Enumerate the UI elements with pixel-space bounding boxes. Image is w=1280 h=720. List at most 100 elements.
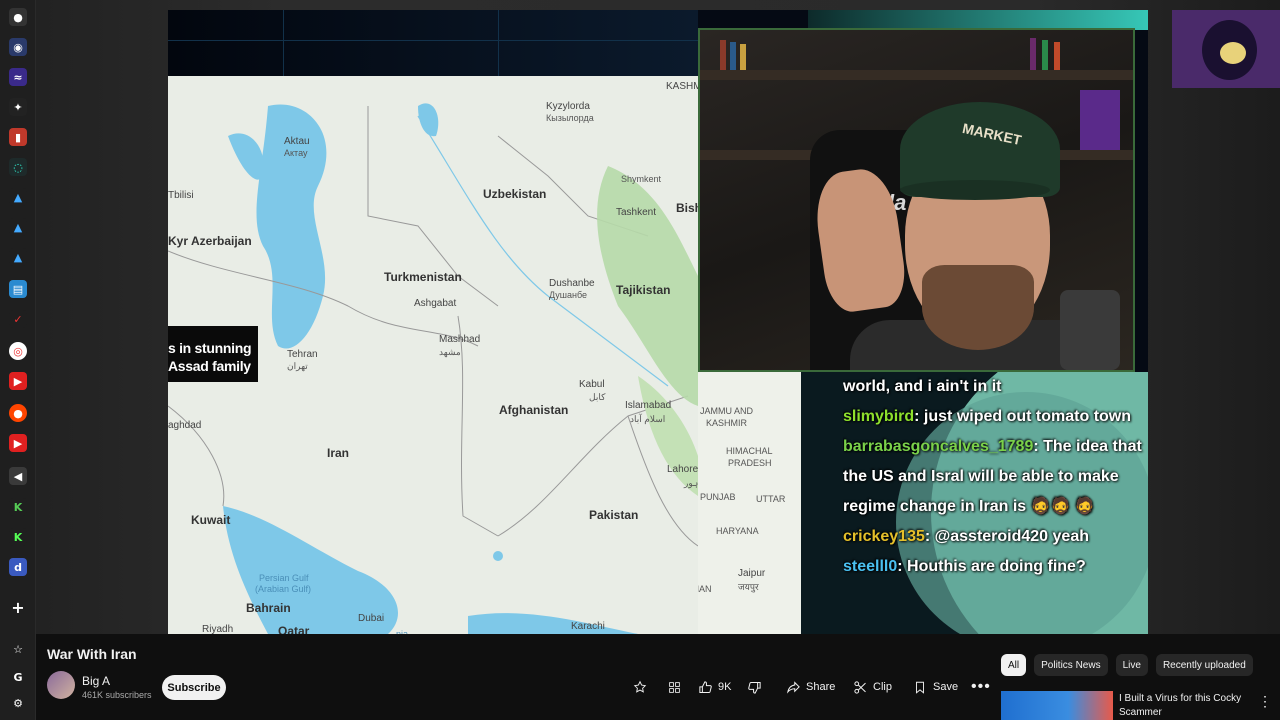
map-label-lahore: Lahore [667, 464, 698, 475]
clip-button[interactable]: Clip [852, 675, 892, 699]
like-button[interactable]: 9K [697, 675, 731, 699]
map-label-dushanbe: Dushanbe [549, 278, 595, 289]
cap-brim [900, 180, 1050, 200]
map-label-jaipur: Jaipur [738, 568, 766, 579]
chip-recently-uploaded[interactable]: Recently uploaded [1155, 654, 1253, 676]
tab-icon-10[interactable]: ▤ [9, 280, 27, 298]
map-label-kashmir: KASHMIR [706, 418, 748, 428]
chat-message: barrabasgoncalves_1789: The idea that th… [843, 438, 1142, 515]
channel-name[interactable]: Big A [82, 674, 110, 688]
dislike-button[interactable] [746, 675, 762, 699]
tab-icon-13[interactable]: d [9, 558, 27, 576]
star-outline-icon [632, 679, 648, 695]
map-label-jaipur-hi: जयपुर [738, 582, 759, 592]
map-label-turkmenistan: Turkmenistan [384, 270, 462, 284]
map-label-kabul-fa: کابل [589, 392, 606, 402]
video-player[interactable]: Kyzylorda Кызылорда Aktau Актау Uzbekist… [168, 10, 1148, 634]
map-label-tehran-fa: تهران [287, 361, 308, 371]
map-label-dubai: Dubai [358, 613, 385, 624]
tab-icon-5[interactable]: ▮ [9, 128, 27, 146]
map-label-kyzylorda: Kyzylorda [546, 101, 590, 112]
settings-gear-icon[interactable]: ⚙ [9, 694, 27, 712]
tab-icon-chrome[interactable]: ◎ [9, 342, 27, 360]
map-label-iran: Iran [327, 446, 350, 460]
chat-message: crickey135: @assteroid420 yeah [843, 528, 1089, 545]
map-label-uttar: UTTAR [756, 494, 786, 504]
map-label-baghdad: aghdad [168, 420, 202, 431]
new-tab-icon[interactable]: + [9, 598, 27, 617]
star-icon[interactable]: ☆ [9, 640, 27, 658]
channel-avatar[interactable] [47, 671, 75, 699]
tab-icon-kick[interactable]: K [9, 528, 27, 546]
chat-message: slimybird: just wiped out tomato town [843, 408, 1132, 425]
map-india-strip: JAMMU AND KASHMIR HIMACHAL PRADESH PUNJA… [698, 372, 801, 634]
chat-username: steelll0 [843, 558, 898, 575]
channel-subscriber-count: 461K subscribers [82, 690, 152, 700]
chat-username: slimybird [843, 408, 915, 425]
tab-icon-4[interactable]: ✦ [9, 98, 27, 116]
clip-label: Clip [873, 681, 892, 693]
chip-live[interactable]: Live [1115, 654, 1148, 676]
video-info-bar: War With Iran Big A 461K subscribers Sub… [36, 634, 1280, 720]
tab-icon-2[interactable]: ◉ [9, 38, 27, 56]
overlay-teal-decoration [808, 10, 1148, 30]
news-ticker-text: s in stunning Assad family [168, 340, 252, 374]
recommended-video-thumbnail[interactable] [1001, 691, 1113, 720]
tab-icon-6[interactable]: ◌ [9, 158, 27, 176]
tab-icon-audio[interactable]: ◀ [9, 467, 27, 485]
map-label-kuwait: Kuwait [191, 513, 231, 527]
streamer-beard [922, 265, 1034, 350]
map-label-rajasthan: RAJASTHAN [698, 584, 712, 594]
grid-icon [666, 679, 682, 695]
thumbs-down-icon [746, 679, 762, 695]
chat-message-text: Houthis are doing fine? [907, 558, 1086, 575]
save-to-favorites-button[interactable] [632, 675, 648, 699]
share-button[interactable]: Share [785, 675, 835, 699]
map-label-bahrain: Bahrain [246, 601, 291, 615]
chat-message-text: just wiped out tomato town [923, 408, 1132, 425]
save-button[interactable]: Save [912, 675, 958, 699]
recommendation-filter-chips: All Politics News Live Recently uploaded [1001, 654, 1253, 676]
map-label-punjab: PUNJAB [700, 492, 736, 502]
map-label-jammu: JAMMU AND [700, 406, 754, 416]
scissors-icon [852, 679, 868, 695]
map-label-himachal: HIMACHAL [726, 446, 773, 456]
chat-message: world, and i ain't in it [843, 372, 1148, 402]
subscribe-button[interactable]: Subscribe [162, 675, 226, 700]
more-horizontal-icon: ••• [971, 678, 991, 695]
map-label-tbilisi: Tbilisi [168, 190, 194, 201]
tab-icon-reddit[interactable]: ● [9, 404, 27, 422]
tab-icon-3[interactable]: ≈ [9, 68, 27, 86]
more-actions-button[interactable]: ••• [971, 675, 991, 699]
tab-icon-youtube-1[interactable]: ▶ [9, 372, 27, 390]
map-label-mashhad-fa: مشهد [439, 347, 461, 357]
tab-icon-1[interactable]: ● [9, 8, 27, 26]
share-arrow-icon [785, 679, 801, 695]
map-label-pakistan: Pakistan [589, 508, 639, 522]
grid-view-button[interactable] [666, 675, 682, 699]
streamer-webcam: anda se MARKET [698, 28, 1135, 372]
share-label: Share [806, 681, 836, 693]
chip-politics-news[interactable]: Politics News [1034, 654, 1108, 676]
tab-icon-youtube-2[interactable]: ▶ [9, 434, 27, 452]
recommended-video-title[interactable]: I Built a Virus for this Cocky Scammer [1119, 692, 1249, 720]
map-label-tajikistan: Tajikistan [616, 283, 671, 297]
tab-icon-7[interactable]: ▲ [9, 188, 27, 206]
video-title: War With Iran [47, 646, 137, 662]
browser-tab-strip: ● ◉ ≈ ✦ ▮ ◌ ▲ ▲ ▲ ▤ ✓ ◎ ▶ ● ▶ ◀ K K d + … [0, 0, 36, 720]
chip-all[interactable]: All [1001, 654, 1027, 676]
map-label-lahore-ur: لاہور [684, 478, 698, 488]
tab-icon-8[interactable]: ▲ [9, 218, 27, 236]
tab-icon-9[interactable]: ▲ [9, 248, 27, 266]
map-label-islamabad: Islamabad [625, 400, 672, 411]
map-label-tashkent: Tashkent [616, 207, 657, 218]
recommended-video-menu-icon[interactable]: ⋮ [1258, 694, 1272, 708]
tab-icon-11[interactable]: ✓ [9, 310, 27, 328]
bookmark-icon [912, 679, 928, 695]
tab-icon-12[interactable]: K [9, 498, 27, 516]
map-label-bishk: KASHMIR [666, 81, 698, 92]
map-label-islamabad-ur: اسلام آباد [630, 414, 666, 424]
corner-avatar-image [1172, 10, 1280, 88]
google-icon[interactable]: G [9, 668, 27, 686]
map-label-ashgabat: Ashgabat [414, 298, 457, 309]
